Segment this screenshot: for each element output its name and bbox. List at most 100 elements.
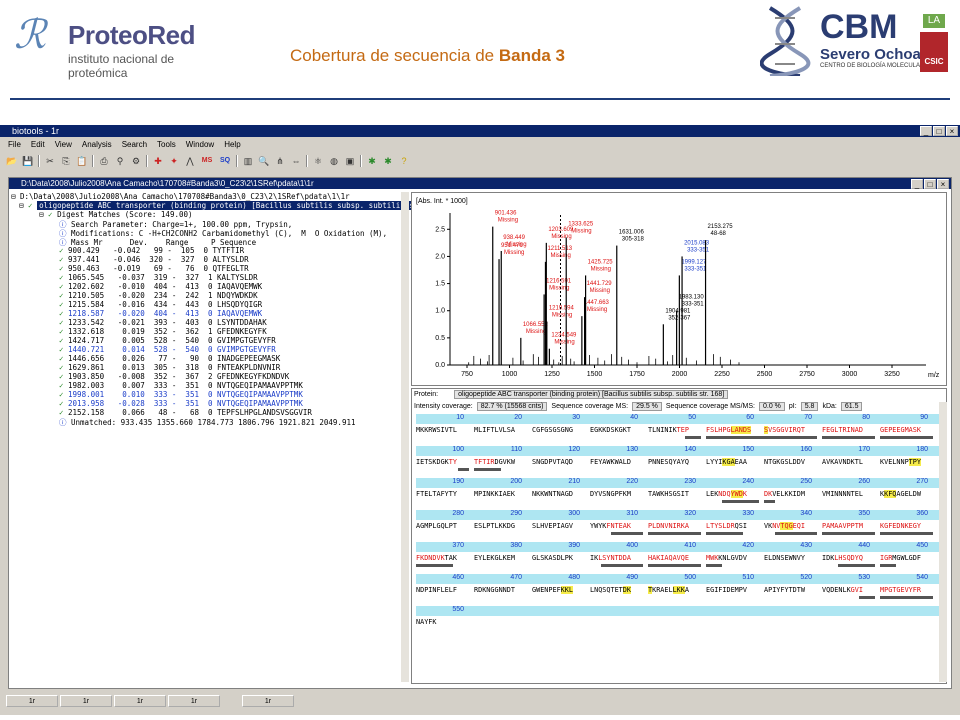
- sequence-chunk[interactable]: IETSKDGKTY: [416, 458, 457, 466]
- sequence-chunk[interactable]: LYYIKGAEAA: [706, 458, 747, 466]
- tree-protein[interactable]: ⊟ ✓ oligopeptide ABC transporter (bindin…: [19, 201, 452, 210]
- checkbox-icon[interactable]: ✓: [59, 345, 68, 354]
- match-row[interactable]: ✓ 950.463 -0.019 69 - 76 0 QTFEGLTR: [59, 264, 249, 273]
- task-1r[interactable]: 1r: [242, 695, 294, 707]
- fit-icon[interactable]: ⇔: [290, 155, 302, 167]
- checkbox-icon[interactable]: ✓: [59, 291, 68, 300]
- checkbox-icon[interactable]: ✓: [59, 273, 68, 282]
- msms-coverage-field[interactable]: 0.0 %: [759, 402, 785, 411]
- doc-close-button[interactable]: ×: [937, 179, 949, 189]
- sequence-chunk[interactable]: FEGLTRINAD: [822, 426, 863, 434]
- filter-icon[interactable]: ⚲: [114, 155, 126, 167]
- sequence-chunk[interactable]: APIYFYTDTW: [764, 586, 805, 594]
- match-row[interactable]: ✓ 1629.861 0.013 305 - 318 0 FNTEAKPLDNV…: [59, 363, 280, 372]
- checkbox-icon[interactable]: ✓: [59, 372, 68, 381]
- sequence-chunk[interactable]: GEPEEGMASK: [880, 426, 921, 434]
- checkbox-icon[interactable]: ✓: [59, 300, 68, 309]
- sequence-chunk[interactable]: LNQSQTETDK: [590, 586, 631, 594]
- sequence-chunk[interactable]: SLHVEPIAGV: [532, 522, 573, 530]
- match-row[interactable]: ✓ 1210.505 -0.020 234 - 242 1 NDQYWDKDK: [59, 291, 258, 300]
- menu-tools[interactable]: Tools: [157, 139, 176, 151]
- match-row[interactable]: ✓ 1440.721 0.014 528 - 540 0 GVIMPGTGEVY…: [59, 345, 276, 354]
- sequence-chunk[interactable]: TAWKHSGSIT: [648, 490, 689, 498]
- checkbox-icon[interactable]: ✓: [59, 327, 68, 336]
- cut-icon[interactable]: ✂: [44, 155, 56, 167]
- checkbox-icon[interactable]: ✓: [59, 309, 68, 318]
- sequence-chunk[interactable]: ELDNSEWNVY: [764, 554, 805, 562]
- peaks-icon[interactable]: ⋀: [184, 155, 196, 167]
- sequence-chunk[interactable]: MWKKNLGVDV: [706, 554, 747, 562]
- match-row[interactable]: ✓ 2152.158 0.066 48 - 68 0 TEPFSLHPGLAND…: [59, 408, 312, 417]
- task-1r[interactable]: 1r: [60, 695, 112, 707]
- sequence-chunk[interactable]: HAKIAQAVQE: [648, 554, 689, 562]
- sequence-chunk[interactable]: FKDNDVKTAK: [416, 554, 457, 562]
- sequence-chunk[interactable]: IDKLHSQDYQ: [822, 554, 863, 562]
- pi-field[interactable]: 5.8: [800, 402, 819, 411]
- sequence-chunk[interactable]: PAMAAVPPTM: [822, 522, 863, 530]
- print-icon[interactable]: ⎙: [98, 155, 110, 167]
- sequence-chunk[interactable]: FEYAWKWALD: [590, 458, 631, 466]
- sequence-chunk[interactable]: MPINKKIAEK: [474, 490, 515, 498]
- checkbox-icon[interactable]: ✓: [59, 246, 68, 255]
- sequence-chunk[interactable]: VQDENLKGVI: [822, 586, 863, 594]
- tree-scrollbar[interactable]: [401, 192, 409, 682]
- sequence-chunk[interactable]: NKKWNTNAGD: [532, 490, 573, 498]
- match-row[interactable]: ✓ 1233.542 -0.021 393 - 403 0 LSYNTDDAHA…: [59, 318, 267, 327]
- sequence-chunk[interactable]: SVSGGVIRQT: [764, 426, 805, 434]
- task-1r[interactable]: 1r: [168, 695, 220, 707]
- sequence-chunk[interactable]: IKLSYNTDDA: [590, 554, 631, 562]
- sequence-chunk[interactable]: IGRMGWLGDF: [880, 554, 921, 562]
- minimize-button[interactable]: _: [920, 126, 932, 136]
- sequence-chunk[interactable]: RDKNGGNNDT: [474, 586, 515, 594]
- sequence-chunk[interactable]: TLNINIKTEP: [648, 426, 689, 434]
- sequence-chunk[interactable]: VMINNNNTEL: [822, 490, 863, 498]
- checkbox-icon[interactable]: ✓: [59, 255, 68, 264]
- globe-icon[interactable]: ◍: [328, 155, 340, 167]
- sequence-chunk[interactable]: DYVSNGPFKM: [590, 490, 631, 498]
- compute-icon[interactable]: ⚛: [312, 155, 324, 167]
- protein-field[interactable]: oligopeptide ABC transporter (binding pr…: [454, 390, 729, 399]
- sq-icon[interactable]: SQ: [218, 155, 232, 167]
- match-row[interactable]: ✓ 1332.618 0.019 352 - 362 1 GFEDNKEGYFK: [59, 327, 267, 336]
- sequence-chunk[interactable]: EGIFIDEMPV: [706, 586, 747, 594]
- sequence-chunk[interactable]: VKNVTQGEQI: [764, 522, 805, 530]
- checkbox-icon[interactable]: ✓: [59, 399, 68, 408]
- match-row[interactable]: ✓ 1903.850 -0.008 352 - 367 2 GFEDNKEGYF…: [59, 372, 289, 381]
- match-row[interactable]: ✓ 1424.717 0.005 528 - 540 0 GVIMPGTGEVY…: [59, 336, 276, 345]
- sequence-chunk[interactable]: AGMPLGQLPT: [416, 522, 457, 530]
- sequence-chunk[interactable]: LTYSLDRQSI: [706, 522, 747, 530]
- protein-node[interactable]: oligopeptide ABC transporter (binding pr…: [37, 201, 452, 210]
- close-button[interactable]: ×: [946, 126, 958, 136]
- sequence-chunk[interactable]: PLDNVNIRKA: [648, 522, 689, 530]
- sequence-scrollbar[interactable]: [939, 402, 947, 682]
- tree-root[interactable]: ⊟ D:\Data\2008\Julio2008\Ana Camacho\170…: [11, 192, 350, 201]
- sequence-chunk[interactable]: CGFGSGSGNG: [532, 426, 573, 434]
- ms-coverage-field[interactable]: 29.5 %: [632, 402, 662, 411]
- menu-file[interactable]: File: [8, 139, 21, 151]
- checkbox-icon[interactable]: ✓: [59, 390, 68, 399]
- sequence-chunk[interactable]: EYLEKGLKEM: [474, 554, 515, 562]
- sequence-chunk[interactable]: MKKRWSIVTL: [416, 426, 457, 434]
- menu-analysis[interactable]: Analysis: [82, 139, 112, 151]
- tree-digest[interactable]: ⊟ ✓ Digest Matches (Score: 149.00): [39, 210, 193, 219]
- match-row[interactable]: ✓ 1065.545 -0.037 319 - 327 1 KALTYSLDR: [59, 273, 258, 282]
- checkbox-icon[interactable]: ✓: [59, 381, 68, 390]
- sequence-chunk[interactable]: EGKKDSKGKT: [590, 426, 631, 434]
- intensity-field[interactable]: 82.7 % (15568 cnts): [476, 402, 548, 411]
- sequence-chunk[interactable]: AVKAVNDKTL: [822, 458, 863, 466]
- sequence-chunk[interactable]: NTGKGSLDDV: [764, 458, 805, 466]
- sequence-chunk[interactable]: KVELNNPTPY: [880, 458, 921, 466]
- sequence-chunk[interactable]: NAYFK: [416, 618, 436, 626]
- menu-help[interactable]: Help: [224, 139, 240, 151]
- checkbox-icon[interactable]: ✓: [59, 336, 68, 345]
- sequence-chunk[interactable]: FSLHPGLANDS: [706, 426, 752, 434]
- sequence-chunk[interactable]: ESLPTLKKDG: [474, 522, 515, 530]
- ms-icon[interactable]: MS: [200, 155, 214, 167]
- checkbox-icon[interactable]: ✓: [59, 354, 68, 363]
- match-row[interactable]: ✓ 937.441 -0.046 320 - 327 0 ALTYSLDR: [59, 255, 249, 264]
- checkbox-icon[interactable]: ✓: [28, 201, 33, 210]
- checkbox-icon[interactable]: ✓: [59, 318, 68, 327]
- checkbox-icon[interactable]: ✓: [59, 264, 68, 273]
- sequence-chunk[interactable]: YWYKFNTEAK: [590, 522, 631, 530]
- sequence-chunk[interactable]: GWENPEFKKL: [532, 586, 573, 594]
